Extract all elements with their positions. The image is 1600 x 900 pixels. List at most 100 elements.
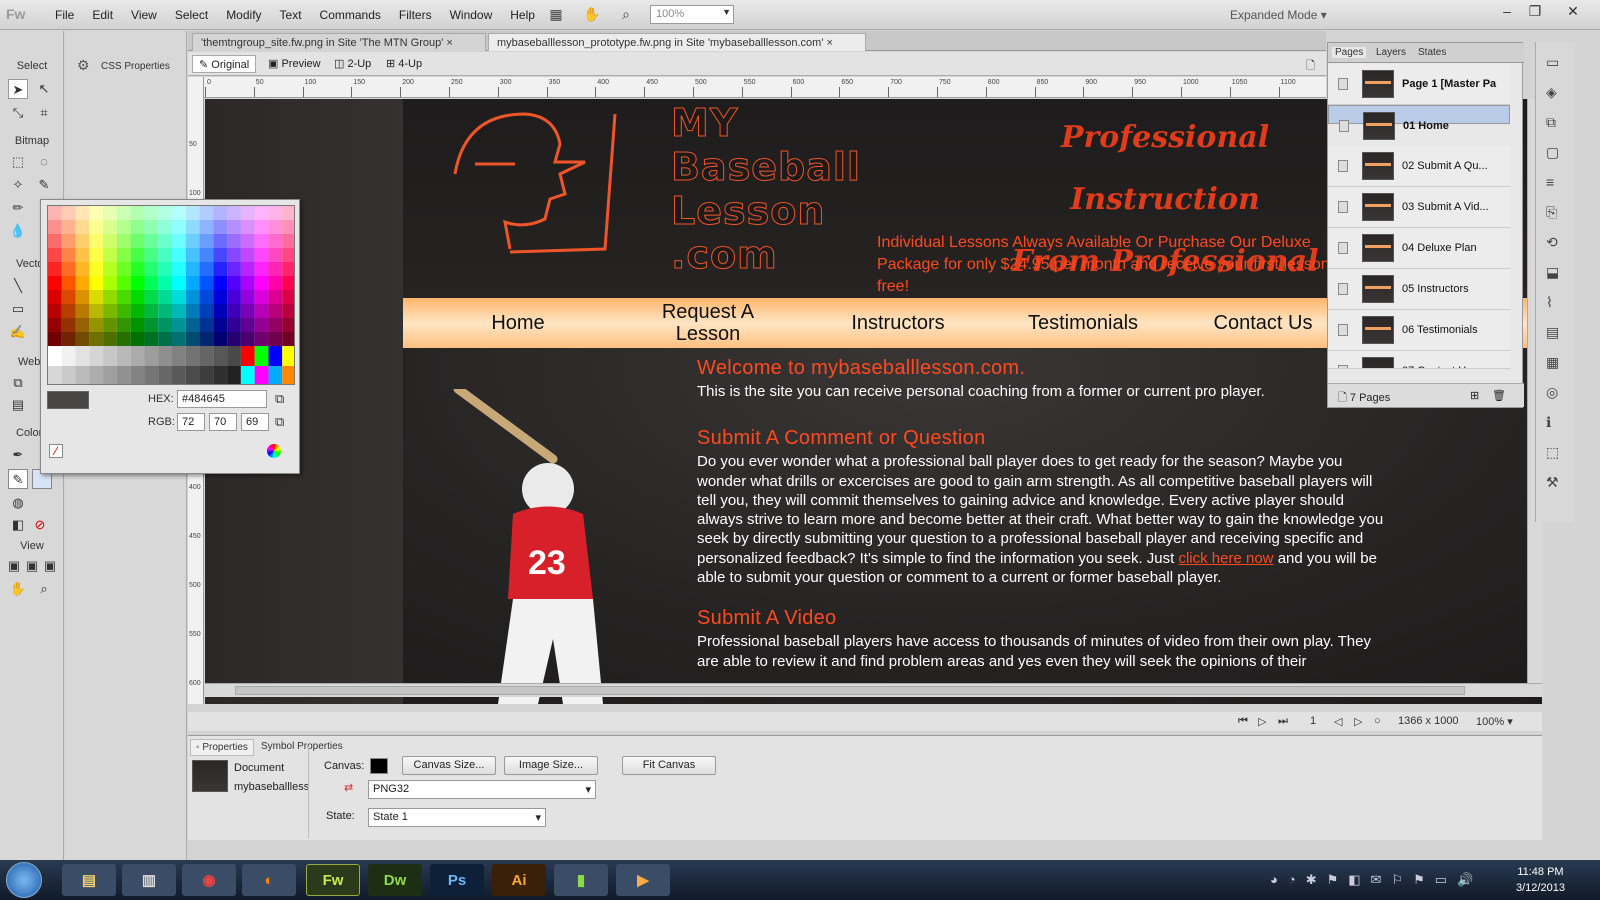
page-row[interactable]: 04 Deluxe Plan bbox=[1328, 228, 1510, 269]
color-swatch[interactable] bbox=[254, 332, 269, 346]
page-visibility-icon[interactable] bbox=[1338, 283, 1348, 295]
color-swatch[interactable] bbox=[185, 220, 200, 234]
color-swatch[interactable] bbox=[89, 220, 104, 234]
color-swatch[interactable] bbox=[48, 318, 62, 332]
history-icon[interactable]: ⟲ bbox=[1546, 234, 1558, 251]
page-visibility-icon[interactable] bbox=[1338, 242, 1348, 254]
rgb-r-input[interactable]: 72 bbox=[177, 413, 205, 431]
color-swatch[interactable] bbox=[185, 276, 200, 290]
color-swatch[interactable] bbox=[144, 290, 159, 304]
page-row[interactable]: Page 1 [Master Pa bbox=[1328, 64, 1510, 105]
color-swatch[interactable] bbox=[227, 262, 241, 276]
page-visibility-icon[interactable] bbox=[1338, 160, 1348, 172]
color-swatch[interactable] bbox=[61, 248, 76, 262]
css-properties-label[interactable]: CSS Properties bbox=[101, 61, 170, 72]
color-swatch[interactable] bbox=[227, 366, 241, 385]
zoom-icon[interactable]: ⌕ bbox=[616, 6, 636, 24]
color-swatch[interactable] bbox=[61, 290, 76, 304]
color-swatch[interactable] bbox=[268, 234, 283, 248]
format-select[interactable]: PNG32 ▾ bbox=[368, 780, 596, 799]
color-swatch[interactable] bbox=[240, 366, 255, 385]
color-swatch[interactable] bbox=[103, 304, 117, 318]
path-icon[interactable]: ⌇ bbox=[1546, 294, 1553, 311]
color-swatch[interactable] bbox=[268, 332, 283, 346]
color-swatch[interactable] bbox=[116, 332, 131, 346]
color-swatch[interactable] bbox=[75, 276, 90, 290]
chrome-icon[interactable]: ◉ bbox=[182, 864, 236, 896]
color-swatch[interactable] bbox=[89, 304, 104, 318]
color-swatch[interactable] bbox=[199, 332, 214, 346]
color-swatch[interactable] bbox=[268, 290, 283, 304]
color-swatch[interactable] bbox=[268, 304, 283, 318]
color-swatch[interactable] bbox=[144, 206, 159, 220]
page-row[interactable]: 02 Submit A Qu... bbox=[1328, 146, 1510, 187]
color-swatch[interactable] bbox=[185, 332, 200, 346]
color-swatch[interactable] bbox=[144, 366, 159, 385]
color-swatch[interactable] bbox=[158, 276, 172, 290]
color-swatch[interactable] bbox=[240, 332, 255, 346]
color-swatch[interactable] bbox=[172, 206, 186, 220]
color-swatch[interactable] bbox=[185, 304, 200, 318]
nav-home[interactable]: Home bbox=[453, 298, 583, 348]
color-swatch[interactable] bbox=[116, 304, 131, 318]
color-swatch[interactable] bbox=[158, 262, 172, 276]
color-swatch[interactable] bbox=[268, 206, 283, 220]
color-swatch[interactable] bbox=[213, 206, 228, 220]
color-swatch[interactable] bbox=[103, 262, 117, 276]
color-swatch[interactable] bbox=[172, 248, 186, 262]
color-swatch[interactable] bbox=[282, 290, 295, 304]
color-swatch[interactable] bbox=[144, 262, 159, 276]
layers-icon[interactable]: ◈ bbox=[1546, 84, 1557, 101]
color-swatch[interactable] bbox=[254, 262, 269, 276]
color-swatch[interactable] bbox=[75, 248, 90, 262]
zoom-select[interactable]: 100% ▼ bbox=[650, 5, 734, 24]
click-here-link[interactable]: click here now bbox=[1178, 550, 1273, 567]
color-swatch[interactable] bbox=[254, 206, 269, 220]
color-swatch[interactable] bbox=[227, 220, 241, 234]
color-swatch[interactable] bbox=[75, 332, 90, 346]
color-swatch[interactable] bbox=[199, 346, 214, 366]
tab-symbol-properties[interactable]: Symbol Properties bbox=[256, 739, 348, 754]
subselect-tool-icon[interactable]: ↖ bbox=[34, 79, 54, 99]
color-swatch[interactable] bbox=[48, 332, 62, 346]
prev-page-icon[interactable]: ◁ bbox=[1334, 715, 1342, 728]
color-swatch[interactable] bbox=[144, 276, 159, 290]
color-swatch[interactable] bbox=[254, 234, 269, 248]
menu-text[interactable]: Text bbox=[271, 8, 311, 22]
crop-tool-icon[interactable]: ⌗ bbox=[34, 103, 54, 123]
tools-icon[interactable]: ⚒ bbox=[1546, 474, 1559, 491]
color-swatch[interactable] bbox=[89, 366, 104, 385]
standard-screen-icon[interactable]: ▣ bbox=[4, 556, 24, 576]
color-swatch[interactable] bbox=[282, 234, 295, 248]
hotspot-tool-icon[interactable]: ⧉ bbox=[8, 373, 28, 393]
color-swatch[interactable] bbox=[227, 276, 241, 290]
page-row[interactable]: 06 Testimonials bbox=[1328, 310, 1510, 351]
color-swatch[interactable] bbox=[103, 276, 117, 290]
color-swatch[interactable] bbox=[75, 262, 90, 276]
color-swatch[interactable] bbox=[61, 262, 76, 276]
menu-modify[interactable]: Modify bbox=[217, 8, 270, 22]
color-swatch[interactable] bbox=[130, 206, 145, 220]
color-swatch[interactable] bbox=[89, 332, 104, 346]
page-row[interactable]: 07 Contact Us bbox=[1328, 351, 1510, 369]
color-swatch[interactable] bbox=[172, 290, 186, 304]
styles-icon[interactable]: ⎘ bbox=[1546, 204, 1557, 221]
lasso-tool-icon[interactable]: ◌ bbox=[34, 152, 54, 172]
color-swatch[interactable] bbox=[185, 234, 200, 248]
slice-tool-icon[interactable]: ▤ bbox=[8, 395, 28, 415]
close-icon[interactable]: ✕ bbox=[1560, 3, 1586, 23]
tab-pages[interactable]: Pages bbox=[1332, 47, 1367, 58]
brush-tool-icon[interactable]: ✎ bbox=[34, 175, 54, 195]
color-swatch[interactable] bbox=[199, 318, 214, 332]
page-visibility-icon[interactable] bbox=[1338, 324, 1348, 336]
color-swatch[interactable] bbox=[199, 304, 214, 318]
color-swatch[interactable] bbox=[103, 366, 117, 385]
color-swatch[interactable] bbox=[61, 332, 76, 346]
firefox-icon[interactable]: ◐ bbox=[242, 864, 296, 896]
image-edit-icon[interactable]: ⬓ bbox=[1546, 264, 1559, 281]
color-swatch[interactable] bbox=[48, 366, 62, 385]
color-swatches-grid[interactable] bbox=[47, 205, 295, 385]
minimize-icon[interactable]: – bbox=[1494, 3, 1520, 23]
color-swatch[interactable] bbox=[158, 304, 172, 318]
status-zoom[interactable]: 100% ▾ bbox=[1476, 715, 1513, 728]
